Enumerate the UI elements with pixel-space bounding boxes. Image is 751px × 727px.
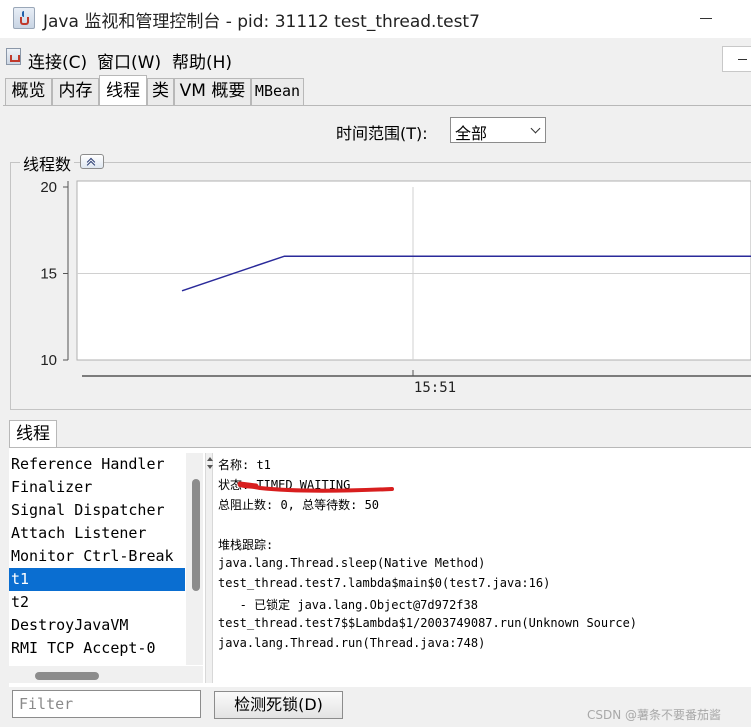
stack-trace-header: 堆栈跟踪: (218, 538, 274, 552)
thread-list-item[interactable]: t2 (9, 591, 185, 614)
thread-list-item[interactable]: Signal Dispatcher (9, 499, 185, 522)
tab-classes[interactable]: 类 (147, 78, 174, 105)
tab-bar: 概览 内存 线程 类 VM 概要 MBean (2, 75, 751, 106)
time-range-label: 时间范围(T): (336, 124, 428, 143)
thread-state-line: 状态: TIMED_WAITING (218, 478, 351, 492)
thread-name-line: 名称: t1 (218, 458, 271, 472)
thread-list-vertical-scrollbar[interactable] (186, 453, 203, 665)
minimize-icon[interactable] (700, 18, 712, 19)
filter-input[interactable]: Filter (12, 690, 201, 718)
menu-bar: 连接(C) 窗口(W) 帮助(H) (0, 43, 751, 73)
thread-list-item[interactable]: RMI TCP Accept-0 (9, 637, 185, 660)
threads-subtab[interactable]: 线程 (9, 420, 57, 448)
watermark: CSDN @薯条不要番茄酱 (587, 708, 722, 722)
thread-list-item[interactable]: DestroyJavaVM (9, 614, 185, 637)
tab-mbean[interactable]: MBean (251, 78, 304, 105)
tab-memory[interactable]: 内存 (52, 78, 99, 105)
thread-list[interactable]: Reference Handler Finalizer Signal Dispatc… (9, 453, 185, 665)
java-cup-icon (13, 7, 35, 29)
time-range-select[interactable]: 全部 (450, 117, 546, 143)
thread-detail: 名称: t1 状态: TIMED_WAITING 总阻止数: 0, 总等待数: … (216, 454, 751, 684)
tab-vm-summary[interactable]: VM 概要 (174, 78, 251, 105)
scrollbar-thumb[interactable] (192, 479, 200, 591)
scrollbar-thumb[interactable] (35, 672, 99, 680)
inner-minimize-button[interactable] (722, 46, 751, 72)
thread-list-item[interactable]: Monitor Ctrl-Break (9, 545, 185, 568)
tab-threads[interactable]: 线程 (99, 75, 147, 106)
java-cup-icon (6, 48, 21, 65)
detect-deadlock-button[interactable]: 检测死锁(D) (214, 691, 343, 719)
thread-list-item[interactable]: t1 (9, 568, 185, 591)
x-tick-label: 15:51 (414, 380, 456, 396)
menu-help[interactable]: 帮助(H) (172, 48, 232, 73)
chevron-down-icon (530, 123, 541, 134)
thread-count-plot: 10 15 20 15:51 (40, 179, 751, 396)
menu-window[interactable]: 窗口(W) (97, 48, 161, 73)
stack-frame: test_thread.test7$$Lambda$1/2003749087.r… (218, 616, 638, 630)
thread-list-item[interactable]: Finalizer (9, 476, 185, 499)
stack-lock-line: - 已锁定 java.lang.Object@7d972f38 (218, 598, 478, 612)
minimize-icon (738, 59, 747, 60)
thread-list-horizontal-scrollbar[interactable] (9, 666, 203, 683)
thread-counts-line: 总阻止数: 0, 总等待数: 50 (218, 498, 380, 512)
collapse-button[interactable] (80, 154, 104, 170)
y-tick-label: 10 (40, 352, 57, 369)
stack-frame: test_thread.test7.lambda$main$0(test7.ja… (218, 576, 551, 590)
thread-list-item[interactable]: Reference Handler (9, 453, 185, 476)
thread-list-item[interactable]: Attach Listener (9, 522, 185, 545)
y-tick-label: 15 (40, 266, 57, 283)
arrow-up-icon[interactable] (207, 457, 213, 461)
tab-overview[interactable]: 概览 (5, 78, 52, 105)
window-title: Java 监视和管理控制台 - pid: 31112 test_thread.t… (43, 12, 480, 32)
stack-frame: java.lang.Thread.run(Thread.java:748) (218, 636, 486, 650)
time-range-value: 全部 (455, 124, 488, 143)
arrow-down-icon[interactable] (207, 465, 213, 469)
y-tick-label: 20 (40, 179, 57, 196)
stack-frame: java.lang.Thread.sleep(Native Method) (218, 556, 486, 570)
plot-area (76, 180, 751, 361)
split-pane-divider[interactable] (205, 453, 213, 683)
title-bar: Java 监视和管理控制台 - pid: 31112 test_thread.t… (0, 0, 751, 38)
menu-connect[interactable]: 连接(C) (28, 48, 87, 73)
